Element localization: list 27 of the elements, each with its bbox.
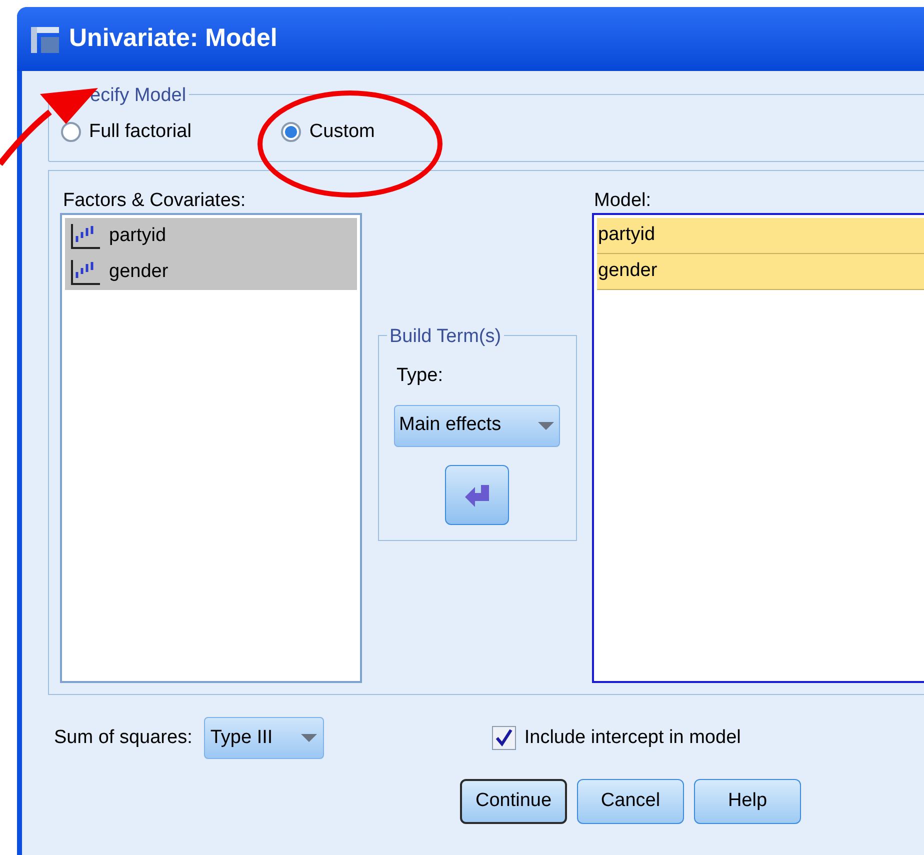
bar-chart-icon [69, 222, 101, 250]
radio-button[interactable] [61, 122, 81, 142]
sum-of-squares-label: Sum of squares: [54, 726, 192, 750]
model-list[interactable]: partyid gender [592, 213, 924, 683]
model-term[interactable]: partyid [597, 218, 924, 254]
dialog-button[interactable]: Cancel [577, 779, 684, 824]
intercept-option[interactable]: Include intercept in model [492, 724, 741, 752]
caret-icon [300, 733, 318, 743]
variable-item[interactable]: gender [65, 254, 357, 290]
dialog-button[interactable]: Help [694, 779, 801, 824]
bar-chart-icon [69, 258, 101, 286]
variable-item[interactable]: partyid [65, 218, 357, 254]
radio-button[interactable] [281, 122, 302, 142]
factors-list[interactable]: partyid gender [60, 213, 362, 683]
sum-of-squares-dropdown[interactable]: Type III [204, 717, 324, 759]
checkbox[interactable] [492, 726, 516, 750]
model-term[interactable]: gender [597, 254, 924, 290]
add-term-button[interactable] [445, 464, 509, 524]
radio-option[interactable]: Full factorial [61, 118, 236, 146]
type-label: Type: [396, 364, 443, 388]
caret-icon [537, 420, 555, 430]
window-title: Univariate: Model [69, 23, 278, 54]
model-label: Model: [593, 189, 652, 213]
return-arrow-icon [463, 482, 491, 506]
factors-label: Factors & Covariates: [62, 189, 247, 213]
type-dropdown[interactable]: Main effects [394, 404, 560, 446]
dialog-button[interactable]: Continue [460, 779, 567, 824]
